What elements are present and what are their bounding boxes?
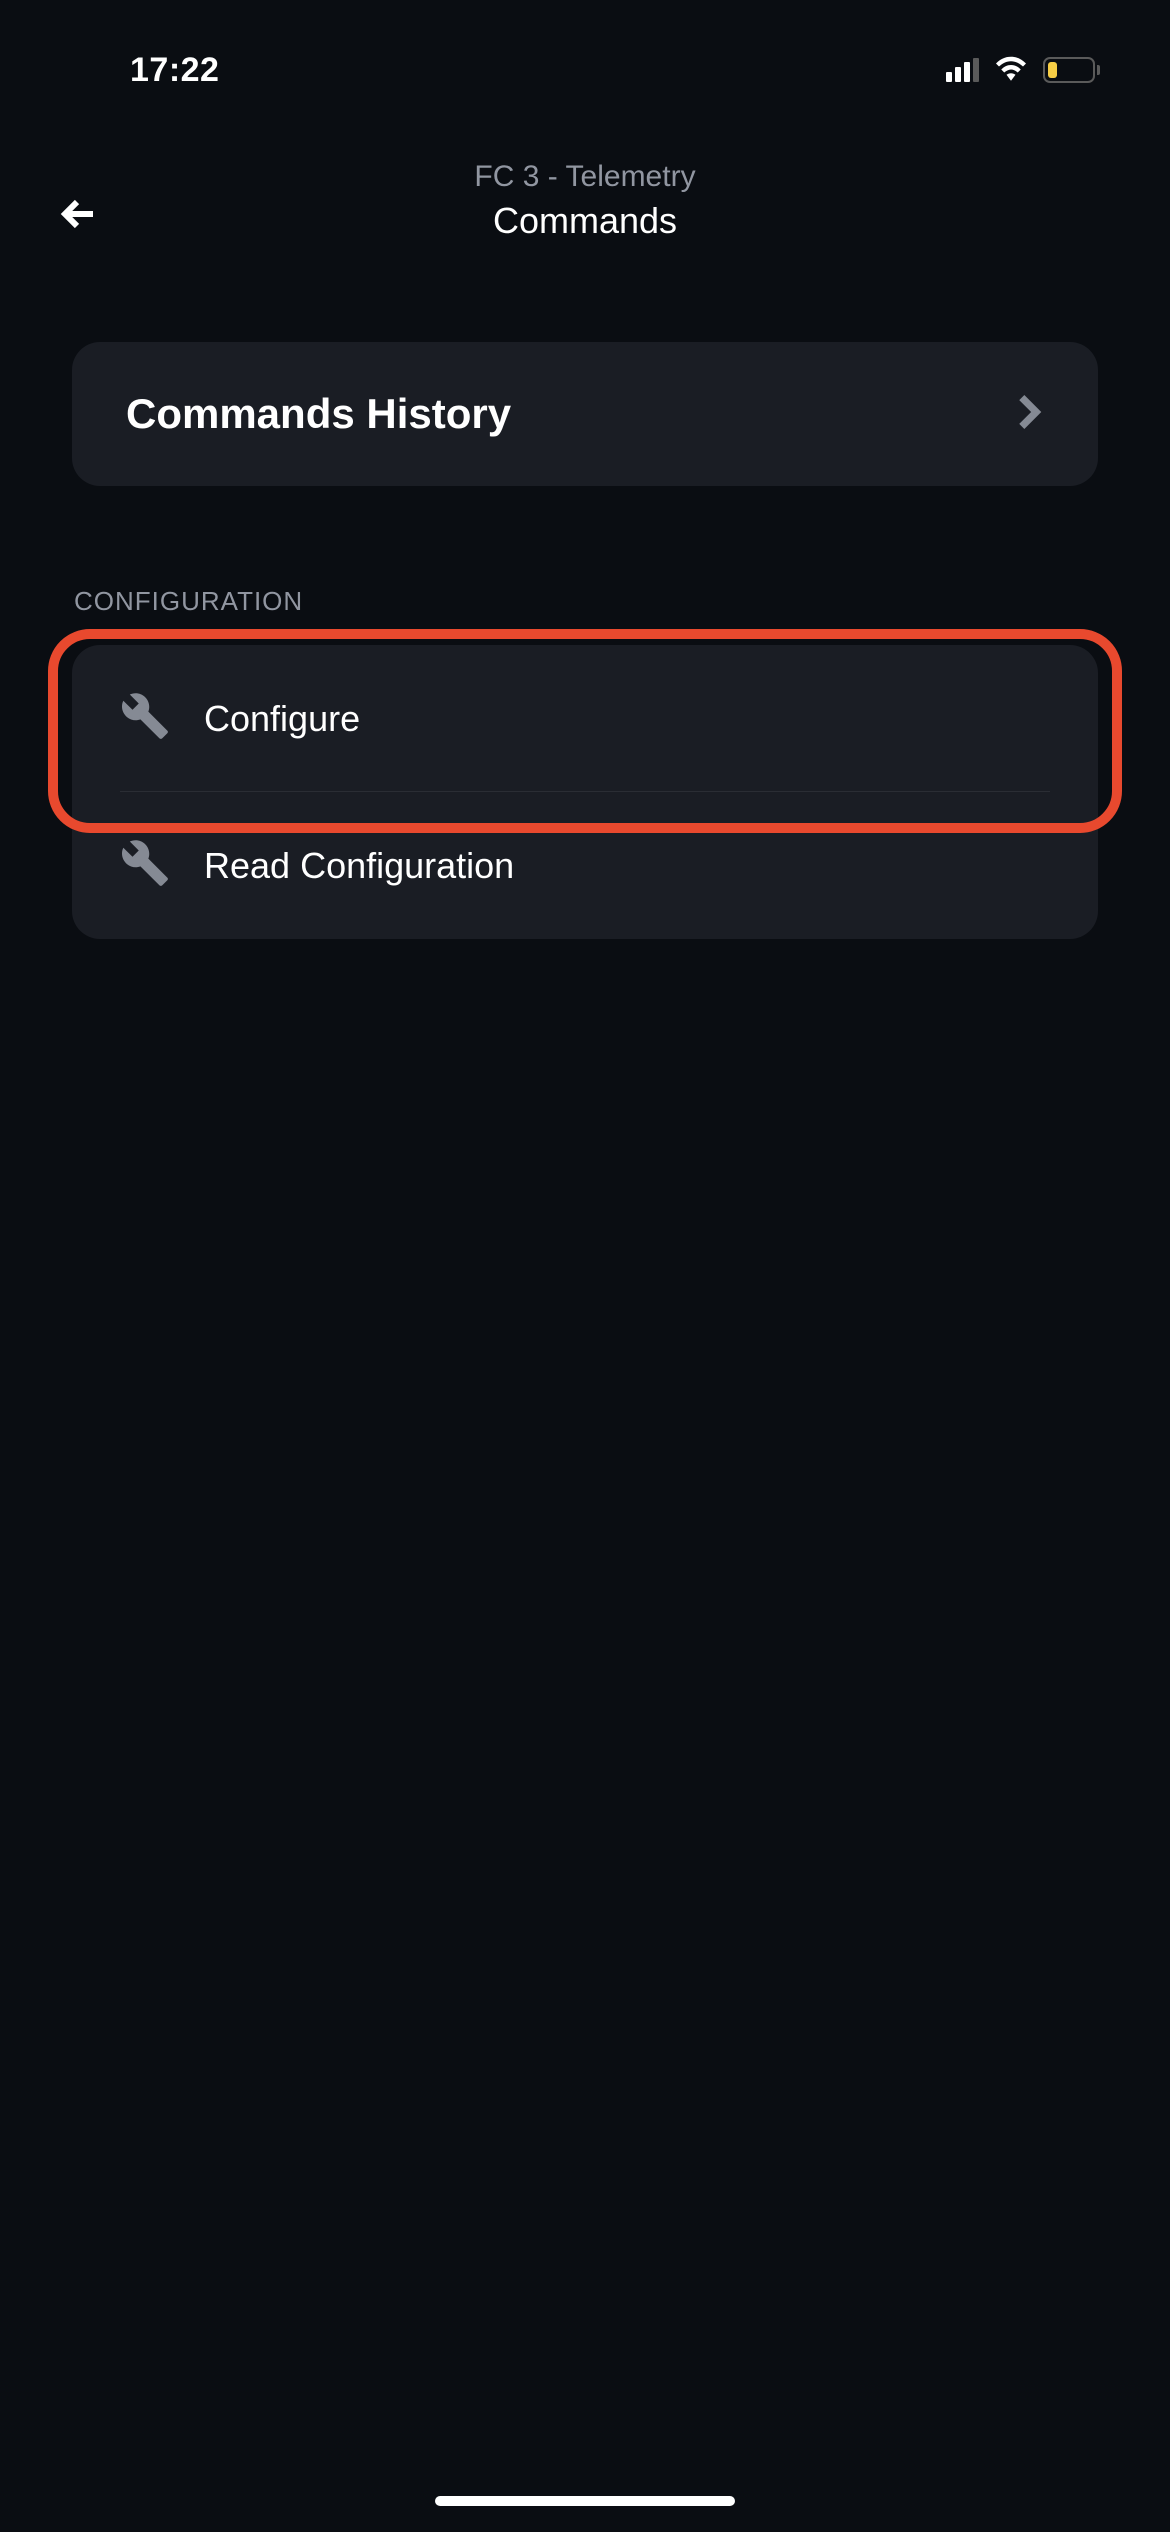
back-button[interactable] [55, 190, 103, 243]
commands-history-label: Commands History [126, 390, 511, 438]
content-area: Commands History CONFIGURATION Configure [0, 342, 1170, 939]
wifi-icon [993, 54, 1029, 87]
chevron-right-icon [1014, 394, 1044, 435]
commands-history-button[interactable]: Commands History [72, 342, 1098, 486]
wrench-icon [120, 691, 170, 746]
configuration-section-header: CONFIGURATION [72, 586, 1098, 617]
read-configuration-button[interactable]: Read Configuration [72, 792, 1098, 939]
configure-button[interactable]: Configure [72, 645, 1098, 792]
battery-icon [1043, 57, 1100, 83]
header-title: Commands [493, 200, 677, 242]
status-time: 17:22 [130, 51, 219, 90]
header-subtitle: FC 3 - Telemetry [474, 160, 695, 194]
status-icons [946, 54, 1100, 87]
app-header: FC 3 - Telemetry Commands [0, 120, 1170, 302]
configuration-list: Configure Read Configuration [72, 645, 1098, 939]
configure-label: Configure [204, 698, 360, 740]
cellular-icon [946, 58, 979, 82]
wrench-icon [120, 838, 170, 893]
home-indicator[interactable] [435, 2496, 735, 2506]
read-configuration-label: Read Configuration [204, 845, 514, 887]
status-bar: 17:22 [0, 0, 1170, 120]
